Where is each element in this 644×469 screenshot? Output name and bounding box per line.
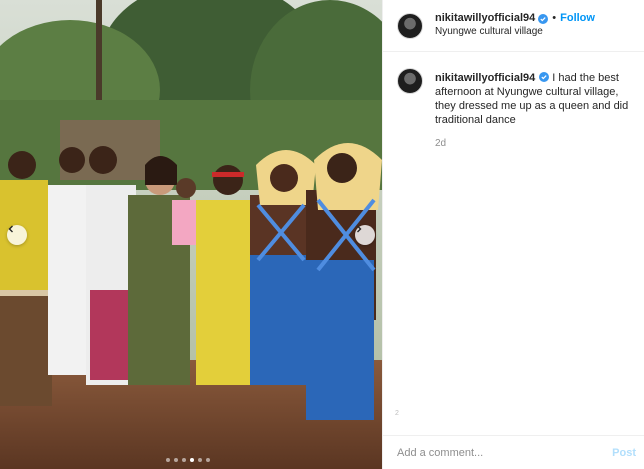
verified-badge-icon: [538, 14, 549, 25]
follow-button[interactable]: Follow: [560, 12, 595, 26]
comments-section: nikitawillyofficial94 I had the best afte…: [397, 60, 632, 151]
carousel-dot: [182, 458, 186, 462]
comment-input[interactable]: [397, 446, 587, 459]
instagram-post: nikitawillyofficial94 • Follow Nyungwe c…: [0, 0, 644, 469]
caption-username-link[interactable]: nikitawillyofficial94: [435, 72, 535, 84]
carousel-dot: [198, 458, 202, 462]
carousel-indicator: [166, 458, 210, 462]
chevron-left-icon: [8, 225, 13, 233]
caption-row: nikitawillyofficial94 I had the best afte…: [397, 60, 632, 151]
carousel-next-button[interactable]: [355, 225, 375, 245]
avatar[interactable]: [397, 12, 423, 39]
post-sidebar: nikitawillyofficial94 • Follow Nyungwe c…: [382, 0, 644, 469]
comment-box: Post: [383, 435, 644, 469]
scroll-marker: 2: [395, 410, 399, 417]
carousel-dot: [166, 458, 170, 462]
post-header: nikitawillyofficial94 • Follow Nyungwe c…: [383, 0, 644, 52]
caption-body: nikitawillyofficial94 I had the best afte…: [435, 71, 632, 151]
caption-avatar[interactable]: [397, 68, 423, 94]
verified-badge-icon: [539, 72, 550, 82]
separator: •: [552, 12, 557, 25]
post-comment-button[interactable]: Post: [612, 447, 636, 459]
post-photo[interactable]: [0, 0, 382, 469]
carousel-dot: [206, 458, 210, 462]
location-link[interactable]: Nyungwe cultural village: [435, 26, 595, 39]
username-link[interactable]: nikitawillyofficial94: [435, 12, 535, 26]
chevron-right-icon: [357, 225, 362, 233]
carousel-dot-active: [190, 458, 194, 462]
header-row: nikitawillyofficial94 • Follow: [435, 12, 595, 26]
photo-scene: [0, 0, 382, 469]
post-timestamp[interactable]: 2d: [435, 137, 632, 151]
header-text: nikitawillyofficial94 • Follow Nyungwe c…: [435, 12, 595, 38]
carousel-dot: [174, 458, 178, 462]
carousel-prev-button[interactable]: [7, 225, 27, 245]
